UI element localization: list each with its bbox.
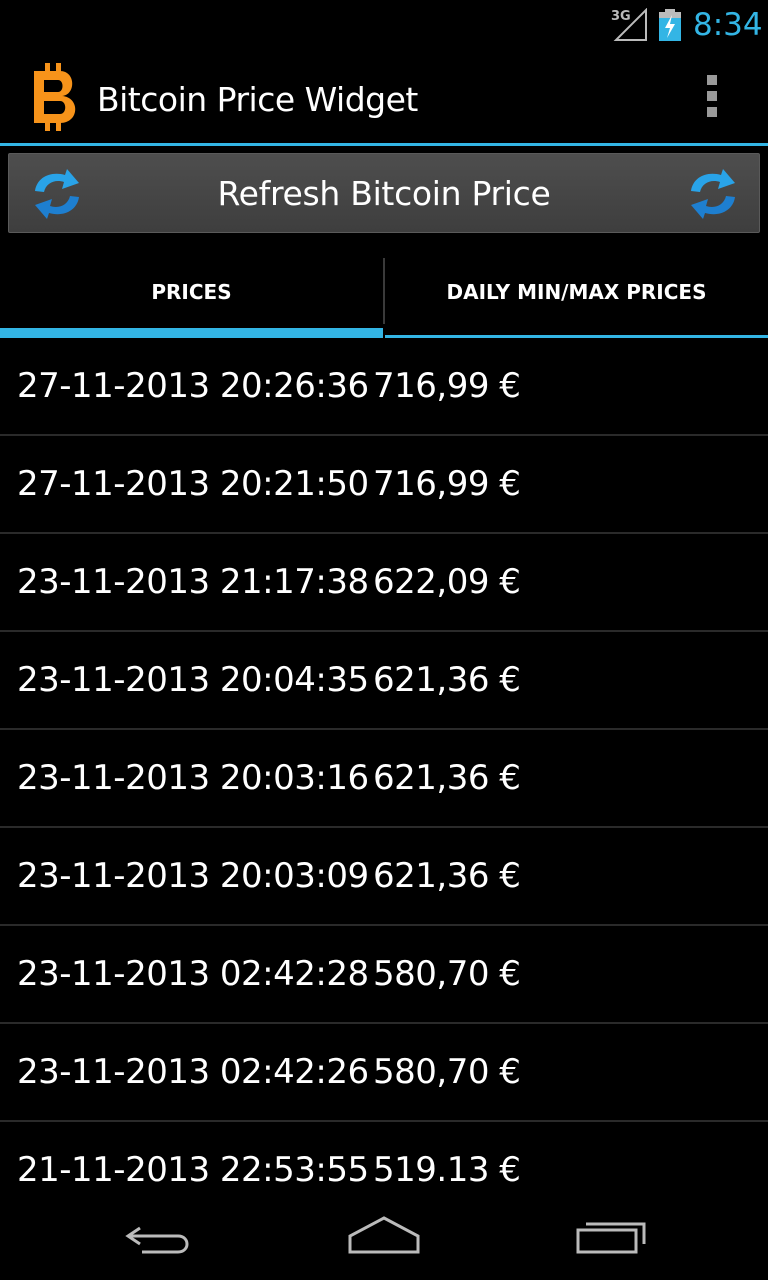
price-timestamp: 23-11-2013 20:03:16: [17, 758, 369, 798]
refresh-icon: [691, 169, 735, 219]
price-timestamp: 23-11-2013 02:42:26: [17, 1052, 369, 1092]
selected-tab-indicator: [0, 328, 383, 338]
list-item[interactable]: 23-11-2013 20:03:16 621,36 €: [0, 730, 768, 828]
price-value: 622,09 €: [373, 562, 521, 602]
list-item[interactable]: 23-11-2013 02:42:28 580,70 €: [0, 926, 768, 1024]
status-bar: 3G 8:34: [0, 0, 768, 50]
app-title: Bitcoin Price Widget: [97, 80, 418, 119]
price-value: 621,36 €: [373, 856, 521, 896]
signal-icon: [613, 8, 647, 41]
list-item[interactable]: 21-11-2013 22:53:55 519.13 €: [0, 1122, 768, 1202]
price-value: 621,36 €: [373, 758, 521, 798]
price-value: 716,99 €: [373, 464, 521, 504]
price-value: 716,99 €: [373, 366, 521, 406]
refresh-price-button[interactable]: Refresh Bitcoin Price: [8, 153, 760, 233]
price-value: 621,36 €: [373, 660, 521, 700]
tab-daily-min-max[interactable]: DAILY MIN/MAX PRICES: [385, 258, 768, 338]
price-list[interactable]: 27-11-2013 20:26:36 716,99 € 27-11-2013 …: [0, 338, 768, 1202]
list-item[interactable]: 23-11-2013 20:04:35 621,36 €: [0, 632, 768, 730]
overflow-menu-icon[interactable]: [700, 75, 724, 121]
price-timestamp: 23-11-2013 20:03:09: [17, 856, 369, 896]
bitcoin-logo-icon: [34, 63, 76, 131]
price-value: 580,70 €: [373, 1052, 521, 1092]
tab-bar: PRICES DAILY MIN/MAX PRICES: [0, 258, 768, 338]
tab-prices[interactable]: PRICES: [0, 258, 383, 338]
price-timestamp: 27-11-2013 20:21:50: [17, 464, 369, 504]
navigation-bar: [0, 1202, 768, 1280]
list-item[interactable]: 27-11-2013 20:26:36 716,99 €: [0, 338, 768, 436]
clock: 8:34: [693, 7, 763, 43]
back-icon[interactable]: [120, 1214, 200, 1270]
price-value: 519.13 €: [373, 1150, 521, 1190]
home-icon[interactable]: [344, 1214, 424, 1270]
action-bar: Bitcoin Price Widget: [0, 50, 768, 146]
price-timestamp: 27-11-2013 20:26:36: [17, 366, 369, 406]
price-timestamp: 23-11-2013 20:04:35: [17, 660, 369, 700]
list-item[interactable]: 23-11-2013 20:03:09 621,36 €: [0, 828, 768, 926]
price-value: 580,70 €: [373, 954, 521, 994]
price-timestamp: 23-11-2013 02:42:28: [17, 954, 369, 994]
price-timestamp: 21-11-2013 22:53:55: [17, 1150, 369, 1190]
recent-apps-icon[interactable]: [570, 1214, 650, 1270]
list-item[interactable]: 23-11-2013 21:17:38 622,09 €: [0, 534, 768, 632]
list-item[interactable]: 23-11-2013 02:42:26 580,70 €: [0, 1024, 768, 1122]
refresh-button-label: Refresh Bitcoin Price: [217, 174, 551, 213]
tab-daily-min-max-label: DAILY MIN/MAX PRICES: [446, 280, 707, 304]
battery-charging-icon: [659, 9, 681, 41]
price-timestamp: 23-11-2013 21:17:38: [17, 562, 369, 602]
tab-prices-label: PRICES: [151, 280, 232, 304]
list-item[interactable]: 27-11-2013 20:21:50 716,99 €: [0, 436, 768, 534]
